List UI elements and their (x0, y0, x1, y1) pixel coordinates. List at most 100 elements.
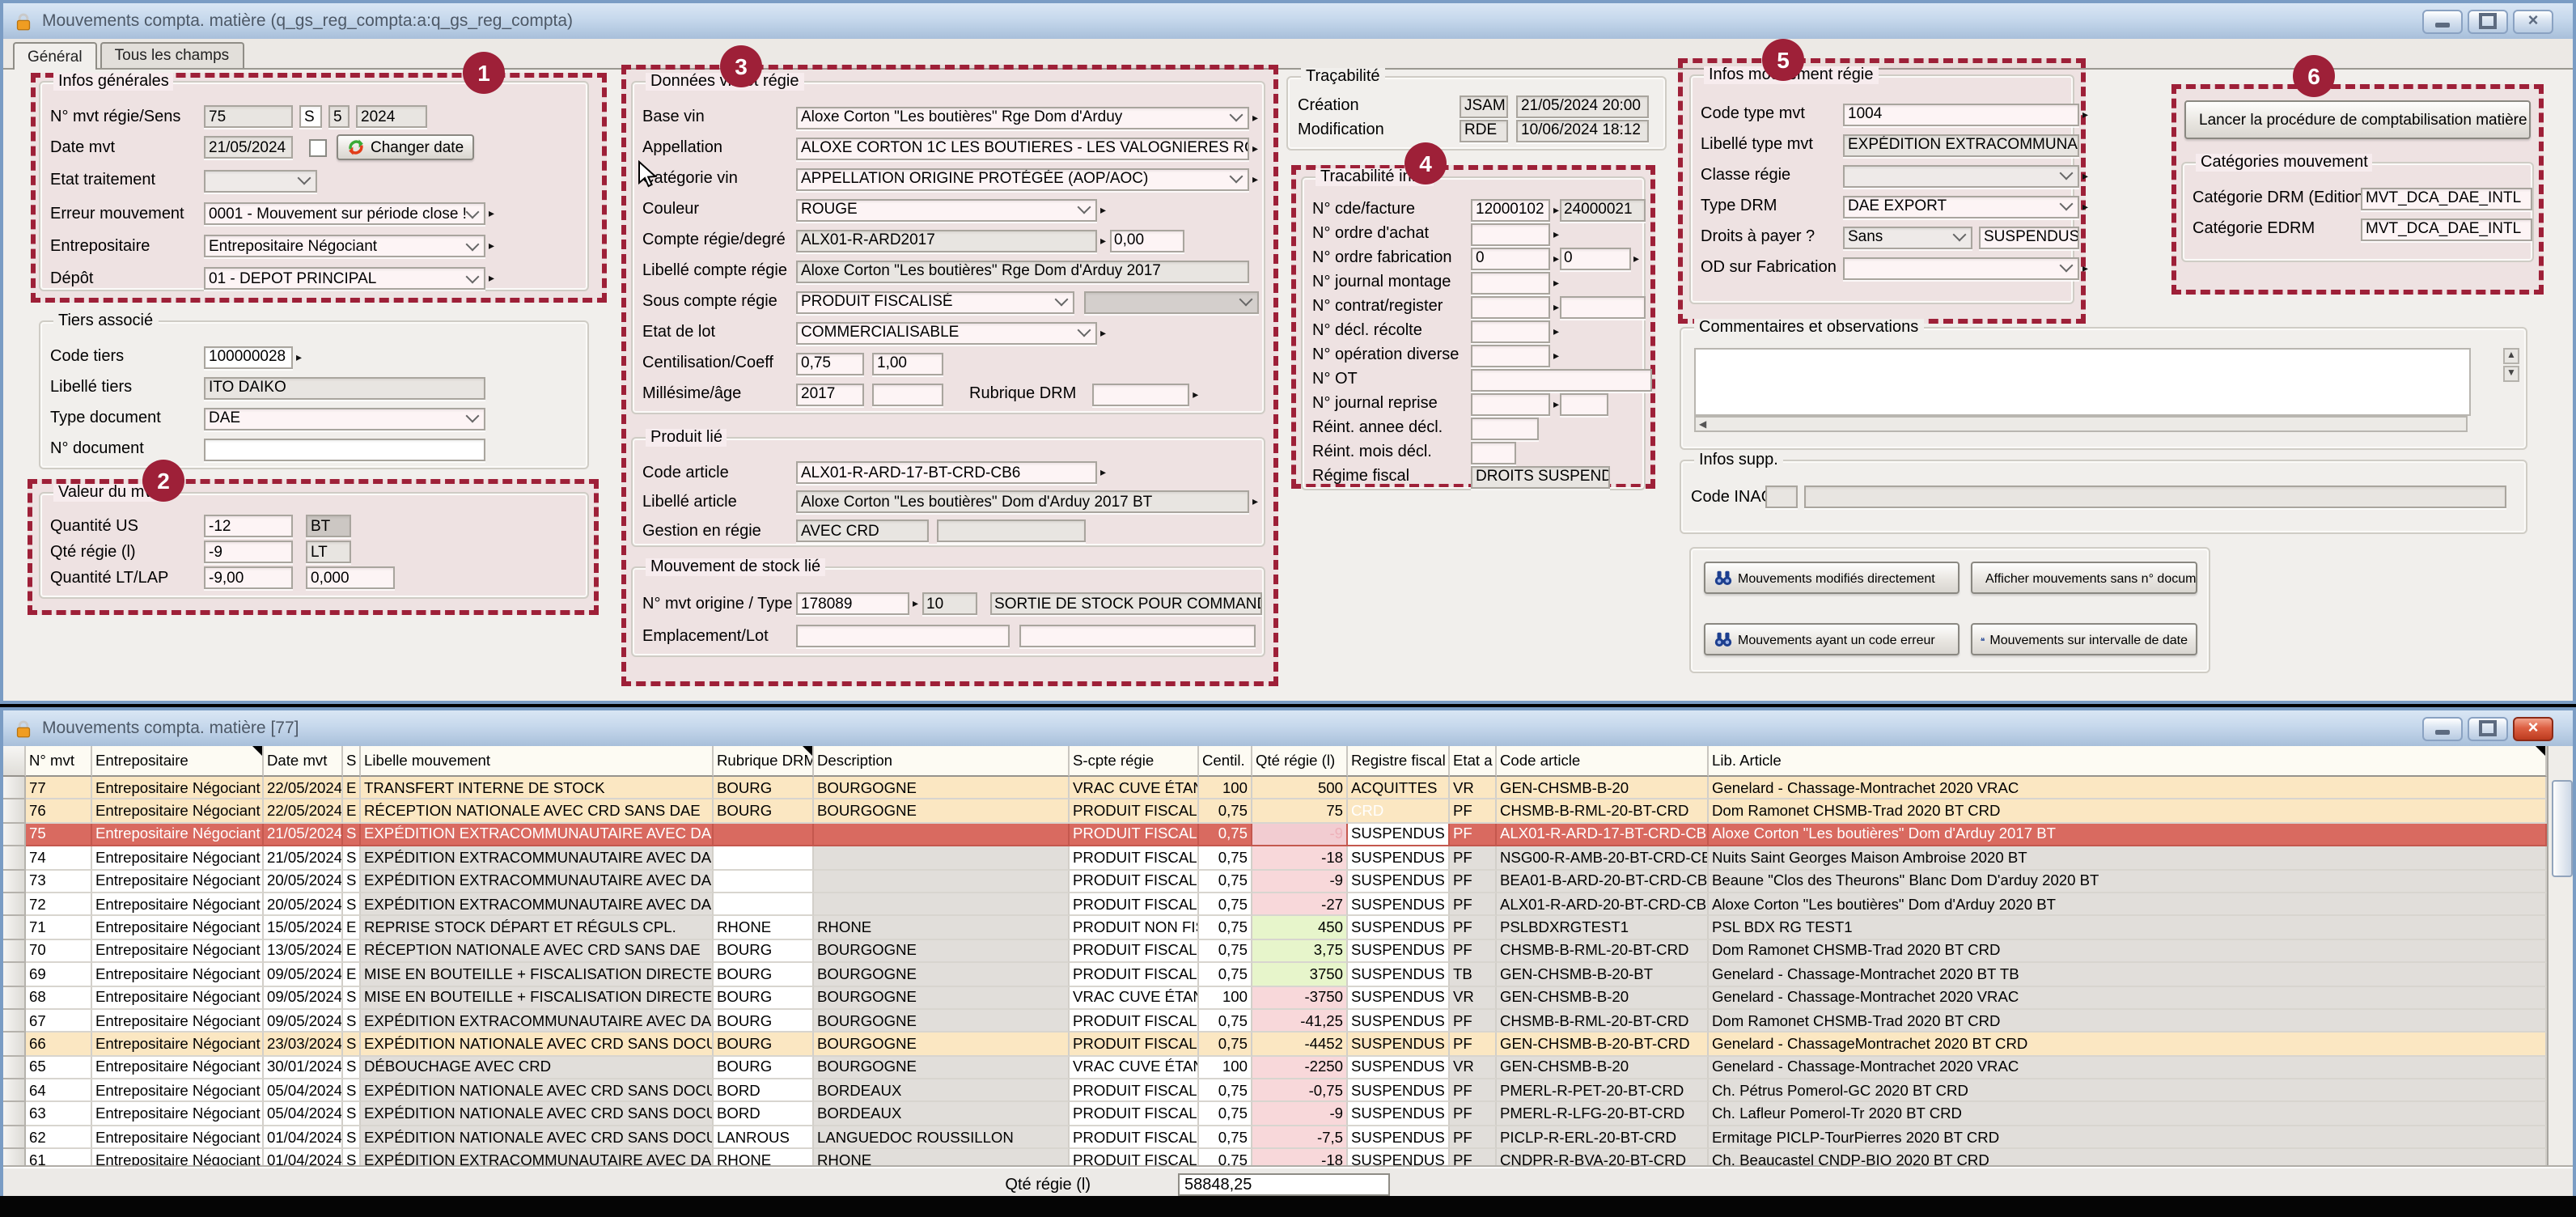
chevron-down-icon[interactable] (1078, 201, 1091, 214)
table-row-64[interactable]: 64Entrepositaire Négociant05/04/2024SEXP… (3, 1079, 2547, 1103)
table-row-63[interactable]: 63Entrepositaire Négociant05/04/2024SEXP… (3, 1103, 2547, 1126)
row-selector[interactable] (3, 893, 26, 917)
row-selector[interactable] (3, 777, 26, 800)
journal-reprise-field[interactable] (1471, 392, 1550, 415)
droits-payer-2-select[interactable]: SUSPENDUS (1979, 226, 2079, 248)
scroll-down-icon[interactable]: ▼ (2503, 366, 2519, 382)
categorie-drm-field[interactable]: MVT_DCA_DAE_INTL (2361, 187, 2532, 210)
expand-arrow-icon[interactable]: ▸ (2082, 108, 2088, 121)
minimize-button[interactable] (2422, 9, 2463, 33)
expand-arrow-icon[interactable]: ▸ (296, 350, 302, 363)
contrat-field[interactable] (1471, 295, 1550, 318)
type-document-select[interactable]: DAE (204, 407, 485, 430)
chevron-down-icon[interactable] (2060, 197, 2074, 211)
table-row-69[interactable]: 69Entrepositaire Négociant09/05/2024EMIS… (3, 963, 2547, 986)
table-row-66[interactable]: 66Entrepositaire Négociant23/03/2024SEXP… (3, 1033, 2547, 1057)
column-header[interactable]: Registre fiscal (1348, 746, 1450, 777)
code-tiers-field[interactable]: 100000028 (204, 346, 293, 368)
n-document-field[interactable] (204, 438, 485, 460)
column-header[interactable]: N° mvt (26, 746, 92, 777)
expand-arrow-icon[interactable]: ▸ (489, 272, 494, 285)
column-header[interactable]: Etat a (1450, 746, 1497, 777)
cde-field[interactable]: 12000102 (1471, 198, 1550, 221)
column-header[interactable]: Rubrique DRM (714, 746, 814, 777)
chevron-down-icon[interactable] (466, 269, 480, 283)
expand-arrow-icon[interactable]: ▸ (1252, 111, 1258, 124)
column-header[interactable]: S (343, 746, 361, 777)
scroll-up-icon[interactable]: ▲ (2503, 348, 2519, 364)
type-drm-select[interactable]: DAE EXPORT (1843, 195, 2079, 218)
expand-arrow-icon[interactable]: ▸ (1252, 172, 1258, 185)
row-selector[interactable] (3, 1103, 26, 1126)
expand-arrow-icon[interactable]: ▸ (489, 207, 494, 220)
expand-arrow-icon[interactable]: ▸ (2082, 200, 2088, 213)
od-fabrication-select[interactable] (1843, 257, 2079, 279)
row-selector[interactable] (3, 870, 26, 893)
mouvements-intervalle-date-button[interactable]: Mouvements sur intervalle de date (1971, 623, 2197, 655)
afficher-sans-document-button[interactable]: Afficher mouvements sans n° document (1971, 562, 2197, 594)
column-header[interactable]: Centil. (1199, 746, 1252, 777)
chevron-down-icon[interactable] (1953, 228, 1967, 242)
expand-arrow-icon[interactable]: ▸ (1553, 349, 1559, 362)
column-header[interactable]: S-cpte régie (1070, 746, 1199, 777)
depot-select[interactable]: 01 - DEPOT PRINCIPAL (204, 267, 485, 290)
centilisation-field[interactable]: 0,75 (796, 352, 864, 375)
tab-tous-les-champs[interactable]: Tous les champs (100, 42, 244, 68)
expand-arrow-icon[interactable]: ▸ (913, 597, 918, 610)
expand-arrow-icon[interactable]: ▸ (1553, 252, 1559, 265)
ordre-fab-2-field[interactable]: 0 (1559, 247, 1630, 269)
row-selector[interactable] (3, 1033, 26, 1057)
minimize-button[interactable] (2422, 716, 2463, 740)
expand-arrow-icon[interactable]: ▸ (1553, 397, 1559, 410)
column-header[interactable]: Entrepositaire (92, 746, 264, 777)
row-selector[interactable] (3, 939, 26, 963)
table-row-72[interactable]: 72Entrepositaire Négociant20/05/2024SEXP… (3, 893, 2547, 917)
row-selector[interactable] (3, 846, 26, 870)
table-row-76[interactable]: 76Entrepositaire Négociant22/05/2024ERÉC… (3, 800, 2547, 824)
date-checkbox[interactable] (309, 138, 327, 156)
column-header[interactable]: Code article (1497, 746, 1709, 777)
expand-arrow-icon[interactable]: ▸ (1553, 300, 1559, 313)
chevron-down-icon[interactable] (2078, 228, 2079, 242)
entrepositaire-select[interactable]: Entrepositaire Négociant (204, 235, 485, 257)
reint-annee-field[interactable] (1471, 417, 1539, 439)
expand-arrow-icon[interactable]: ▸ (1100, 326, 1106, 339)
age-field[interactable] (872, 383, 943, 405)
mouvements-modifies-button[interactable]: Mouvements modifiés directement (1704, 562, 1960, 594)
chevron-down-icon[interactable] (1230, 170, 1244, 184)
table-row-67[interactable]: 67Entrepositaire Négociant09/05/2024SEXP… (3, 1010, 2547, 1033)
changer-date-button[interactable]: Changer date (337, 134, 473, 160)
close-button[interactable]: × (2513, 716, 2553, 740)
sens-field[interactable]: S (299, 105, 322, 128)
couleur-select[interactable]: ROUGE (796, 198, 1097, 221)
mvt-origine-field[interactable]: 178089 (796, 592, 909, 615)
main-titlebar[interactable]: Mouvements compta. matière (q_gs_reg_com… (3, 3, 2573, 39)
comments-hscrollbar[interactable]: ◀ (1694, 416, 2468, 432)
row-selector[interactable] (3, 917, 26, 940)
scrollbar-thumb[interactable] (2552, 780, 2573, 877)
expand-arrow-icon[interactable]: ▸ (1252, 142, 1258, 155)
table-row-75[interactable]: 75Entrepositaire Négociant21/05/2024SEXP… (3, 824, 2547, 847)
table-row-71[interactable]: 71Entrepositaire Négociant15/05/2024EREP… (3, 917, 2547, 940)
expand-arrow-icon[interactable]: ▸ (1100, 466, 1106, 479)
quantite-lap-field[interactable]: 0,000 (306, 566, 395, 589)
table-row-77[interactable]: 77Entrepositaire Négociant22/05/2024ETRA… (3, 777, 2547, 800)
chevron-down-icon[interactable] (2060, 259, 2074, 273)
ordre-fab-field[interactable]: 0 (1471, 247, 1550, 269)
column-header[interactable]: Qté régie (l) (1252, 746, 1348, 777)
coeff-field[interactable]: 1,00 (872, 352, 943, 375)
row-selector[interactable] (3, 1150, 26, 1168)
table-titlebar[interactable]: Mouvements compta. matière [77] × (3, 710, 2573, 746)
expand-arrow-icon[interactable]: ▸ (1553, 227, 1559, 240)
lancer-comptabilisation-button[interactable]: Lancer la procédure de comptabilisation … (2184, 100, 2531, 139)
millesime-field[interactable]: 2017 (796, 383, 864, 405)
reint-mois-field[interactable] (1471, 441, 1516, 464)
table-row-70[interactable]: 70Entrepositaire Négociant13/05/2024ERÉC… (3, 939, 2547, 963)
etat-de-lot-select[interactable]: COMMERCIALISABLE (796, 321, 1097, 344)
expand-arrow-icon[interactable]: ▸ (2082, 261, 2088, 274)
table-row-62[interactable]: 62Entrepositaire Négociant01/04/2024SEXP… (3, 1126, 2547, 1150)
mouvements-code-erreur-button[interactable]: Mouvements ayant un code erreur (1704, 623, 1960, 655)
classe-regie-select[interactable] (1843, 164, 2079, 187)
scroll-left-icon[interactable]: ◀ (1699, 418, 1706, 430)
table-vscrollbar[interactable] (2547, 746, 2573, 1167)
